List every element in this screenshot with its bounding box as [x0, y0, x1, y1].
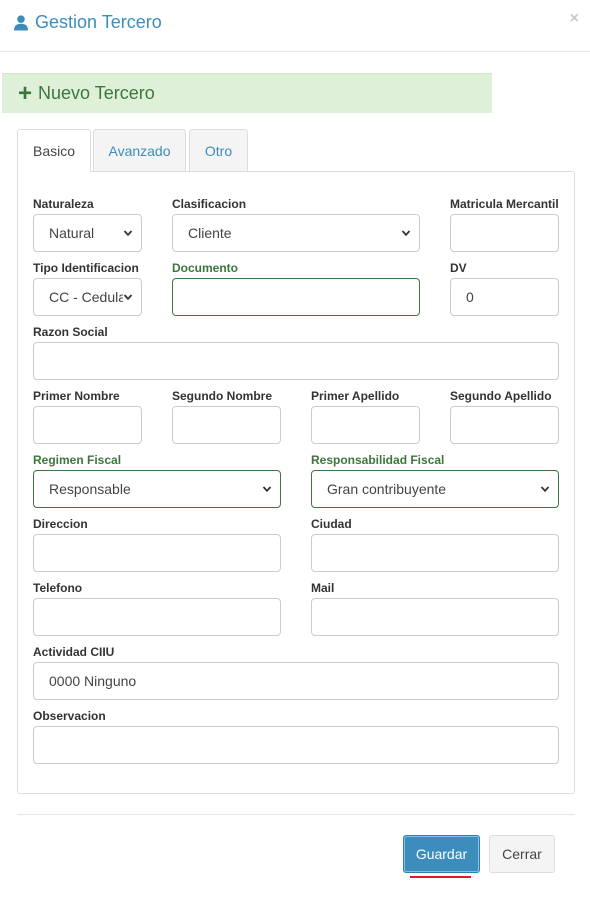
chevron-down-icon [123, 230, 133, 237]
segundo-nombre-label: Segundo Nombre [172, 389, 273, 403]
responsabilidad-fiscal-label: Responsabilidad Fiscal [311, 453, 445, 467]
modal-header: Gestion Tercero × [0, 0, 590, 52]
primer-nombre-input[interactable] [33, 406, 142, 444]
actividad-ciiu-value: 0000 Ninguno [49, 673, 137, 689]
ciudad-label: Ciudad [311, 517, 352, 531]
naturaleza-value: Natural [49, 225, 95, 241]
ciudad-input[interactable] [311, 534, 559, 572]
observacion-label: Observacion [33, 709, 106, 723]
clasificacion-label: Clasificacion [172, 197, 247, 211]
clasificacion-value: Cliente [188, 225, 232, 241]
regimen-fiscal-select[interactable]: Responsable [33, 470, 281, 508]
telefono-label: Telefono [33, 581, 83, 595]
naturaleza-label: Naturaleza [33, 197, 94, 211]
direccion-input[interactable] [33, 534, 281, 572]
telefono-input[interactable] [33, 598, 281, 636]
mail-label: Mail [311, 581, 335, 595]
chevron-down-icon [262, 486, 272, 493]
modal-title: Gestion Tercero [14, 12, 162, 33]
regimen-fiscal-label: Regimen Fiscal [33, 453, 122, 467]
close-icon[interactable]: × [570, 10, 579, 28]
razon-social-label: Razon Social [33, 325, 108, 339]
direccion-label: Direccion [33, 517, 88, 531]
naturaleza-select[interactable]: Natural [33, 214, 142, 252]
tipo-identificacion-label: Tipo Identificacion [33, 261, 139, 275]
new-record-banner: + Nuevo Tercero [2, 73, 492, 113]
primer-apellido-input[interactable] [311, 406, 420, 444]
save-underline-mark [410, 876, 471, 878]
dv-value: 0 [466, 289, 474, 305]
regimen-fiscal-value: Responsable [49, 481, 131, 497]
matricula-label: Matricula Mercantil [450, 197, 559, 211]
footer-divider [17, 814, 575, 815]
segundo-apellido-input[interactable] [450, 406, 559, 444]
segundo-apellido-label: Segundo Apellido [450, 389, 552, 403]
chevron-down-icon [540, 486, 550, 493]
dv-label: DV [450, 261, 467, 275]
close-button[interactable]: Cerrar [489, 835, 555, 873]
documento-input[interactable] [172, 278, 420, 316]
tab-panel-basico: Naturaleza Natural Clasificacion Cliente… [17, 171, 575, 794]
documento-label: Documento [172, 261, 238, 275]
save-button[interactable]: Guardar [403, 835, 480, 873]
user-icon [14, 14, 28, 30]
tipo-identificacion-value: CC - Cedula [49, 289, 123, 305]
tab-avanzado[interactable]: Avanzado [93, 129, 186, 171]
chevron-down-icon [123, 294, 133, 301]
tab-otro[interactable]: Otro [189, 129, 248, 171]
observacion-input[interactable] [33, 726, 559, 764]
modal-title-text: Gestion Tercero [35, 12, 162, 32]
tab-basico[interactable]: Basico [17, 129, 91, 172]
primer-apellido-label: Primer Apellido [311, 389, 400, 403]
actividad-ciiu-label: Actividad CIIU [33, 645, 115, 659]
matricula-input[interactable] [450, 214, 559, 252]
clasificacion-select[interactable]: Cliente [172, 214, 420, 252]
tipo-identificacion-select[interactable]: CC - Cedula [33, 278, 142, 316]
plus-icon: + [18, 79, 33, 107]
razon-social-input[interactable] [33, 342, 559, 380]
chevron-down-icon [401, 230, 411, 237]
primer-nombre-label: Primer Nombre [33, 389, 120, 403]
segundo-nombre-input[interactable] [172, 406, 281, 444]
actividad-ciiu-input[interactable]: 0000 Ninguno [33, 662, 559, 700]
banner-label: Nuevo Tercero [38, 83, 155, 103]
responsabilidad-fiscal-select[interactable]: Gran contribuyente [311, 470, 559, 508]
responsabilidad-fiscal-value: Gran contribuyente [327, 481, 447, 497]
mail-input[interactable] [311, 598, 559, 636]
dv-input[interactable]: 0 [450, 278, 559, 316]
